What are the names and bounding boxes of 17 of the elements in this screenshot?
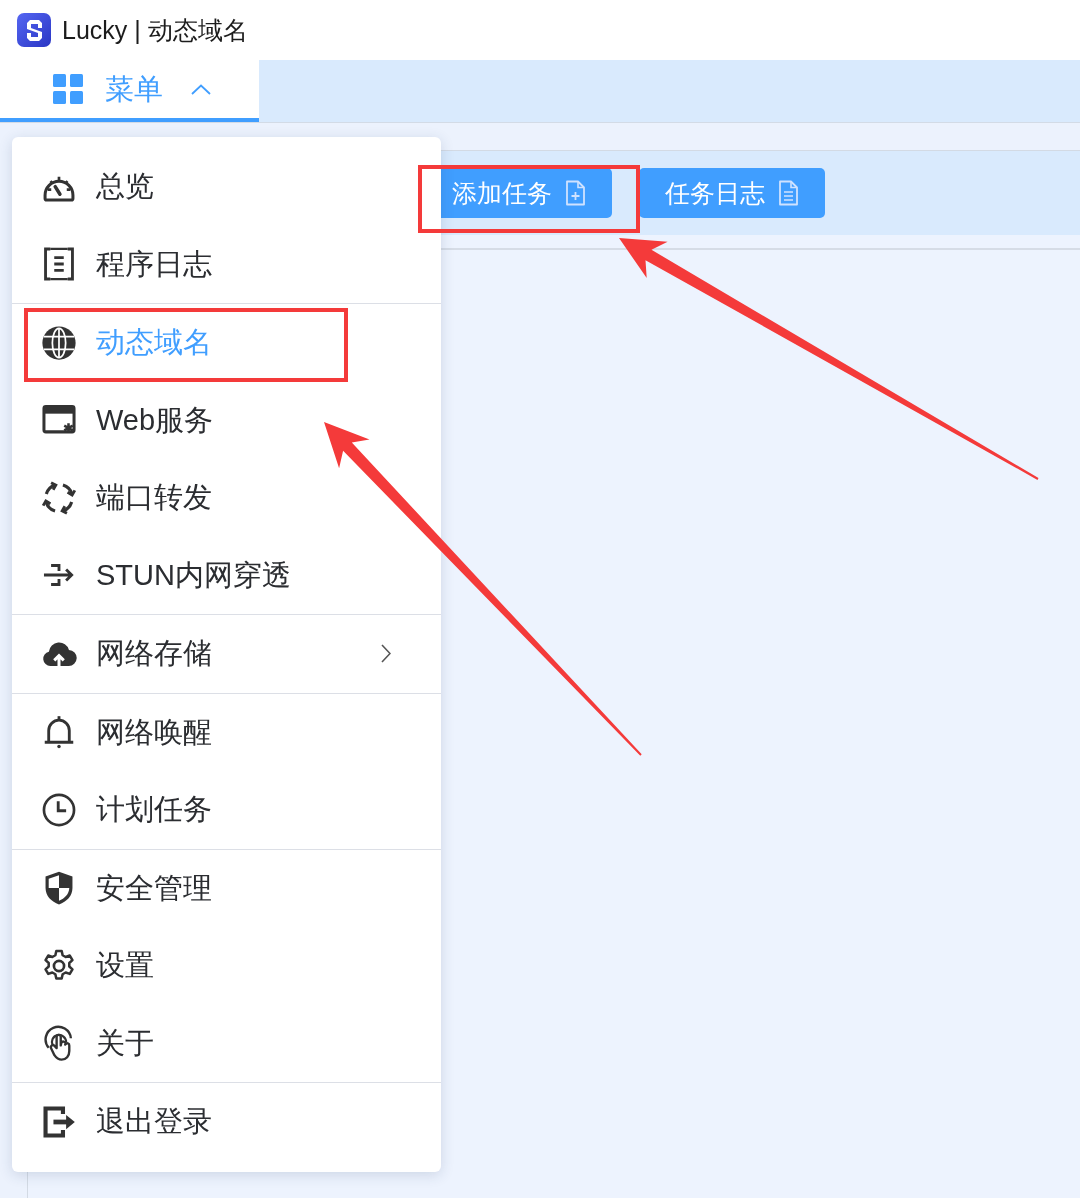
window-title: Lucky | 动态域名: [62, 15, 248, 45]
menu-item[interactable]: 端口转发: [12, 459, 441, 537]
file-plus-icon: [565, 180, 586, 206]
grid-icon: [53, 74, 83, 104]
menu-item[interactable]: 程序日志: [12, 225, 441, 303]
menu-item[interactable]: 退出登录: [12, 1083, 441, 1161]
file-lines-icon: [778, 180, 799, 206]
globe-icon: [40, 323, 78, 362]
menu-item[interactable]: 网络唤醒: [12, 693, 441, 771]
menu-item[interactable]: 计划任务: [12, 771, 441, 849]
menu-item[interactable]: 设置: [12, 927, 441, 1005]
menu-item[interactable]: 安全管理: [12, 849, 441, 927]
menu-item[interactable]: 网络存储: [12, 615, 441, 693]
menu-item[interactable]: 关于: [12, 1004, 441, 1082]
menu-item[interactable]: Web服务: [12, 381, 441, 459]
menu-item[interactable]: STUN内网穿透: [12, 536, 441, 614]
app-logo-icon: [17, 13, 51, 47]
